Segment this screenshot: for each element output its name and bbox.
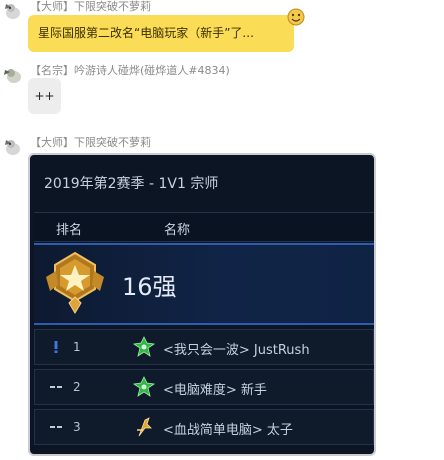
zerg-icon [133, 336, 155, 357]
dash-icon [50, 386, 62, 388]
name-column-header: 名称 [164, 223, 191, 238]
sender-avatar-2[interactable] [2, 64, 24, 86]
protoss-icon [137, 417, 152, 437]
bird-avatar-icon [4, 69, 21, 83]
message-bubble-1[interactable]: 星际国服第二改名“电脑玩家（新手”了... [28, 15, 294, 52]
sender-avatar-1[interactable] [2, 0, 24, 22]
season-title: 2019年第2赛季 - 1V1 宗师 [44, 176, 219, 192]
rank-number: 2 [73, 380, 81, 394]
table-row[interactable]: 2 <电脑难度> 新手 [34, 369, 374, 405]
tier-label: 16强 [122, 273, 177, 301]
sticker-emoji-icon [287, 8, 305, 26]
table-row[interactable]: 3 <血战简单电脑> 太子 [34, 409, 374, 445]
tier-banner: 16强 [34, 243, 374, 325]
player-name: <电脑难度> 新手 [163, 383, 267, 398]
sender-name-3: 【大师】下限突破不萝莉 [30, 136, 151, 149]
rank-number: 1 [73, 340, 81, 354]
player-name: <我只会一波> JustRush [163, 343, 310, 358]
player-name: <血战简单电脑> 太子 [163, 423, 293, 438]
rank-number: 3 [73, 420, 81, 434]
rank-column-header: 排名 [56, 223, 83, 238]
table-header: 排名 名称 [34, 212, 374, 242]
sender-name-2: 【名宗】吟游诗人碰烨(碰烨道人#4834) [30, 64, 230, 77]
sender-name-1: 【大师】下限突破不萝莉 [30, 0, 151, 13]
zerg-icon [133, 376, 155, 397]
bird-avatar-icon [5, 4, 20, 19]
grandmaster-emblem-icon [46, 251, 104, 314]
ladder-screenshot[interactable]: 2019年第2赛季 - 1V1 宗师 排名 名称 16强 1 <我只会一波> J… [28, 153, 376, 456]
message-bubble-2[interactable]: ++ [28, 78, 61, 114]
sender-avatar-3[interactable] [2, 136, 24, 158]
exclamation-icon [54, 341, 58, 353]
table-row[interactable]: 1 <我只会一波> JustRush [34, 329, 374, 365]
bird-avatar-icon [5, 140, 20, 155]
dash-icon [50, 426, 62, 428]
